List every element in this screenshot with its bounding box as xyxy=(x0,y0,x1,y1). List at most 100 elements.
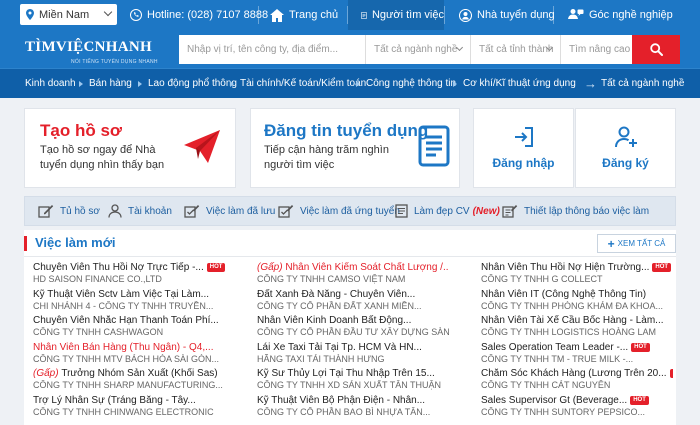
job-company[interactable]: CÔNG TY TNHH CHINWANG ELECTRONIC xyxy=(33,407,214,418)
category-label: Tất cả ngành nghề xyxy=(601,78,685,89)
job-item[interactable]: Lái Xe Taxi Tải Tại Tp. HCM Và HN... HÃNG… xyxy=(257,342,457,368)
category-item[interactable]: Kinh doanh xyxy=(25,69,76,98)
nav-employer[interactable]: Nhà tuyển dụng xyxy=(459,0,555,30)
job-title[interactable]: Kỹ Thuật Viên Sctv Làm Việc Tại Làm... xyxy=(33,289,209,301)
job-company[interactable]: CHI NHÁNH 4 - CÔNG TY TNHH TRUYỀN... xyxy=(33,301,213,312)
user-icon xyxy=(108,204,122,218)
category-item[interactable]: Lao động phổ thông xyxy=(138,69,237,98)
site-logo[interactable]: TÌMVIỆCNHANH NỔI TIẾNG TUYỂN DỤNG NHANH xyxy=(25,39,171,65)
job-item[interactable]: Kỹ Thuật Viên Bộ Phận Điện - Nhân... CÔNG… xyxy=(257,395,457,421)
job-title[interactable]: (Gấp) Trưởng Nhóm Sản Xuất (Khối Sas) xyxy=(33,368,218,380)
job-company[interactable]: CÔNG TY CỔ PHẦN ĐẦU TƯ XÂY DỰNG SÀN... xyxy=(257,327,449,338)
job-title[interactable]: Kỹ Sư Thủy Lợi Tại Thu Nhập Trên 15... xyxy=(257,368,435,380)
job-company[interactable]: CÔNG TY TNHH XD SẢN XUẤT TÂN THUẬN xyxy=(257,380,441,391)
create-profile-title: Tạo hồ sơ xyxy=(40,121,122,140)
hotline[interactable]: Hotline: (028) 7107 8888 xyxy=(130,0,268,30)
job-title[interactable]: Nhân Viên Kinh Doanh Bất Động... xyxy=(257,315,411,327)
category-nav: Kinh doanh Bán hàng Lao động phổ thông T… xyxy=(0,68,700,98)
job-title[interactable]: Lái Xe Taxi Tải Tại Tp. HCM Và HN... xyxy=(257,342,422,354)
job-title[interactable]: Sales Supervisor Gt (Beverage... HOT xyxy=(481,395,649,407)
nav-job-seeker[interactable]: Người tìm việc xyxy=(348,0,444,30)
add-user-icon xyxy=(615,126,637,148)
job-company[interactable]: CÔNG TY TNHH SUNTORY PEPSICO... xyxy=(481,407,645,418)
advanced-search[interactable]: Tìm nâng cao xyxy=(560,35,632,64)
quick-link-job-alerts[interactable]: Thiết lập thông báo việc làm xyxy=(502,197,649,225)
category-label: Tài chính/Kế toán/Kiểm toán xyxy=(240,78,367,89)
job-company[interactable]: HÃNG TAXI TẢI THÀNH HƯNG xyxy=(257,354,385,365)
job-company[interactable]: CÔNG TY TNHH TM - TRUE MILK -... xyxy=(481,354,633,365)
search-icon xyxy=(649,43,663,56)
hot-badge: HOT xyxy=(631,342,650,352)
industry-select[interactable]: Tất cả ngành nghề xyxy=(365,35,470,64)
quick-link-saved-jobs[interactable]: Việc làm đã lưu xyxy=(184,197,275,225)
job-company[interactable]: CÔNG TY TNHH MTV BÁCH HÓA SÀI GÒN... xyxy=(33,354,219,365)
job-company[interactable]: CÔNG TY CỔ PHẦN BAO BÌ NHỰA TÂN... xyxy=(257,407,430,418)
create-profile-card[interactable]: Tạo hồ sơ Tạo hồ sơ ngay để Nhà tuyển dụ… xyxy=(24,108,236,188)
job-company[interactable]: CÔNG TY TNHH CAMSO VIỆT NAM xyxy=(257,274,405,285)
login-card[interactable]: Đăng nhập xyxy=(473,108,574,188)
category-item[interactable]: Tài chính/Kế toán/Kiểm toán xyxy=(230,69,366,98)
job-company[interactable]: HD SAISON FINANCE CO.,LTD xyxy=(33,274,162,285)
quick-link-profile-box[interactable]: Tủ hồ sơ xyxy=(38,197,100,225)
job-item[interactable]: Sales Supervisor Gt (Beverage... HOT CÔNG … xyxy=(481,395,681,421)
province-select[interactable]: Tất cả tỉnh thành xyxy=(470,35,560,64)
job-item[interactable]: Sales Operation Team Leader -... HOT CÔNG … xyxy=(481,342,681,368)
job-item[interactable]: Nhân Viên Bán Hàng (Thu Ngân) - Q4,... CÔ… xyxy=(33,342,233,368)
job-company[interactable]: CÔNG TY TNHH CÁT NGUYÊN xyxy=(481,380,610,391)
job-title[interactable]: Chuyên Viên Nhắc Hạn Thanh Toán Phí... xyxy=(33,315,219,327)
job-title[interactable]: Sales Operation Team Leader -... HOT xyxy=(481,342,650,354)
urgent-tag: (Gấp) xyxy=(33,368,62,379)
job-company[interactable]: CÔNG TY TNHH SHARP MANUFACTURING... xyxy=(33,380,223,391)
job-title[interactable]: Chuyên Viên Thu Hồi Nợ Trực Tiếp -... HOT xyxy=(33,262,225,274)
document-icon xyxy=(418,125,450,167)
job-item[interactable]: (Gấp) Trưởng Nhóm Sản Xuất (Khối Sas) CÔN… xyxy=(33,368,233,394)
nav-home[interactable]: Trang chủ xyxy=(270,0,338,30)
job-item[interactable]: (Gấp) Nhân Viên Kiểm Soát Chất Lượng /..… xyxy=(257,262,457,288)
category-item[interactable]: Bán hàng xyxy=(79,69,132,98)
search-button[interactable] xyxy=(632,35,680,64)
category-item[interactable]: Cơ khí/Kĩ thuật ứng dụng xyxy=(453,69,576,98)
job-item[interactable]: Nhân Viên Thu Hồi Nợ Hiện Trường... HOT CÔ… xyxy=(481,262,681,288)
job-item[interactable]: Trợ Lý Nhân Sự (Tráng Băng - Tây... CÔNG … xyxy=(33,395,233,421)
nav-career-corner[interactable]: Góc nghề nghiệp xyxy=(568,0,673,30)
job-title[interactable]: Nhân Viên IT (Công Nghệ Thông Tin) xyxy=(481,289,646,301)
job-title[interactable]: Chăm Sóc Khách Hàng (Lương Trên 20...HOT xyxy=(481,368,673,380)
job-title[interactable]: Kỹ Thuật Viên Bộ Phận Điện - Nhân... xyxy=(257,395,425,407)
category-item[interactable]: Công nghệ thông tin xyxy=(356,69,456,98)
job-title[interactable]: Nhân Viên Thu Hồi Nợ Hiện Trường... HOT xyxy=(481,262,672,274)
job-company[interactable]: CÔNG TY TNHH G COLLECT xyxy=(481,274,603,285)
view-all-button[interactable]: + XEM TẤT CẢ xyxy=(597,234,676,253)
job-company[interactable]: CÔNG TY CỔ PHẦN ĐẤT XANH MIỀN... xyxy=(257,301,422,312)
new-jobs-section: Việc làm mới + XEM TẤT CẢ Chuyên Viên Th… xyxy=(24,230,676,425)
region-select[interactable]: Miền Nam xyxy=(20,4,117,25)
job-title[interactable]: Nhân Viên Bán Hàng (Thu Ngân) - Q4,... xyxy=(33,342,213,354)
job-item[interactable]: Kỹ Thuật Viên Sctv Làm Việc Tại Làm... CH… xyxy=(33,289,233,315)
quick-link-applied-jobs[interactable]: Việc làm đã ứng tuyển xyxy=(278,197,400,225)
job-item[interactable]: Chăm Sóc Khách Hàng (Lương Trên 20...HOT… xyxy=(481,368,681,394)
job-item[interactable]: Chuyên Viên Nhắc Hạn Thanh Toán Phí... CÔ… xyxy=(33,315,233,341)
quick-link-account[interactable]: Tài khoản xyxy=(108,197,172,225)
phone-icon xyxy=(130,9,142,21)
job-item[interactable]: Nhân Viên Tài Xế Cầu Bốc Hàng - Làm... CÔ… xyxy=(481,315,681,341)
top-bar: Miền Nam Hotline: (028) 7107 8888 Trang … xyxy=(0,0,700,30)
keyword-search-input[interactable]: Nhập vị trí, tên công ty, địa điểm... xyxy=(179,35,365,64)
job-item[interactable]: Kỹ Sư Thủy Lợi Tại Thu Nhập Trên 15... CÔ… xyxy=(257,368,457,394)
job-title[interactable]: (Gấp) Nhân Viên Kiểm Soát Chất Lượng /..… xyxy=(257,262,449,274)
post-job-card[interactable]: Đăng tin tuyển dụng Tiếp cận hàng trăm n… xyxy=(250,108,460,188)
job-title[interactable]: Trợ Lý Nhân Sự (Tráng Băng - Tây... xyxy=(33,395,196,407)
job-item[interactable]: Chuyên Viên Thu Hồi Nợ Trực Tiếp -... HOT… xyxy=(33,262,233,288)
job-company[interactable]: CÔNG TY TNHH LOGISTICS HOÀNG LAM xyxy=(481,327,656,338)
quick-link-beautify-cv[interactable]: Làm đẹp CV (New) xyxy=(395,197,500,225)
quick-links-bar: Tủ hồ sơ Tài khoản Việc làm đã lưu Việc … xyxy=(24,196,676,226)
job-item[interactable]: Đất Xanh Đà Nẵng - Chuyên Viên... CÔNG TY… xyxy=(257,289,457,315)
job-company[interactable]: CÔNG TY TNHH CASHWAGON xyxy=(33,327,163,338)
job-title[interactable]: Nhân Viên Tài Xế Cầu Bốc Hàng - Làm... xyxy=(481,315,664,327)
job-item[interactable]: Nhân Viên IT (Công Nghệ Thông Tin) CÔNG T… xyxy=(481,289,681,315)
job-item[interactable]: Nhân Viên Kinh Doanh Bất Động... CÔNG TY … xyxy=(257,315,457,341)
job-title-text: Chuyên Viên Nhắc Hạn Thanh Toán Phí... xyxy=(33,315,219,326)
register-card[interactable]: Đăng ký xyxy=(575,108,676,188)
category-all[interactable]: → Tất cả ngành nghề xyxy=(584,69,684,98)
job-title[interactable]: Đất Xanh Đà Nẵng - Chuyên Viên... xyxy=(257,289,415,301)
urgent-tag: (Gấp) xyxy=(257,262,286,273)
job-company[interactable]: CÔNG TY TNHH PHÒNG KHÁM ĐA KHOA... xyxy=(481,301,663,312)
